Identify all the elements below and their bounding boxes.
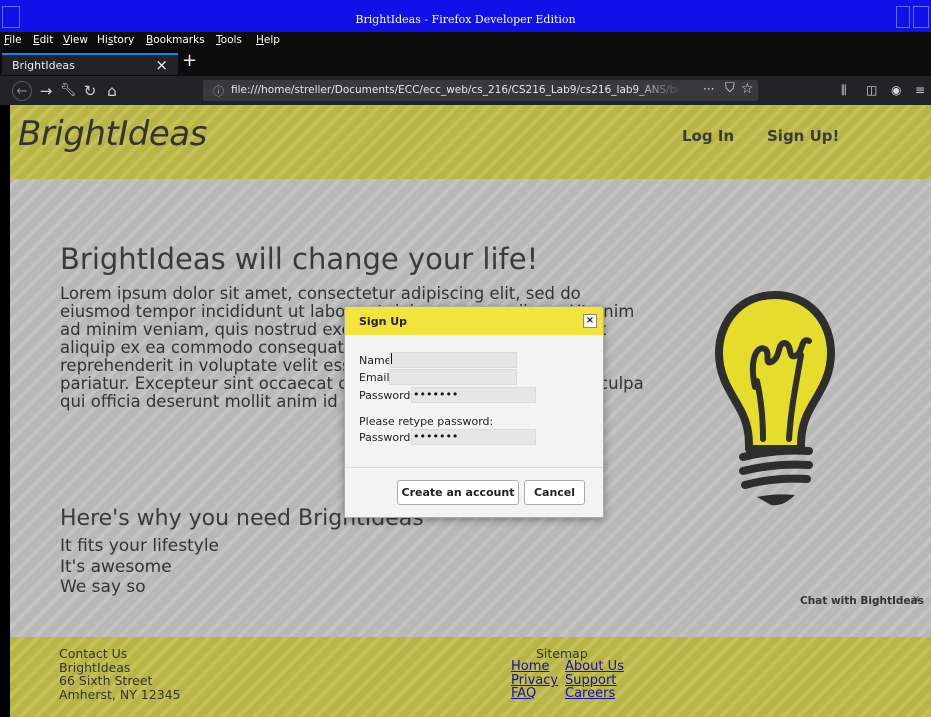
contact-line: Amherst, NY 12345 — [59, 686, 181, 702]
home-icon[interactable]: ⌂ — [102, 81, 122, 101]
tab-title: BrightIdeas — [12, 59, 75, 72]
retype-label: Please retype password: — [359, 415, 494, 428]
menu-edit[interactable]: Edit — [33, 34, 53, 46]
url-fade — [633, 80, 683, 101]
window-titlebar: BrightIdeas - Firefox Developer Edition — [0, 0, 931, 32]
contact-block: Contact Us BrightIdeas 66 Sixth Street A… — [59, 647, 181, 701]
sidebar-icon[interactable]: ◫ — [866, 83, 877, 97]
window-title: BrightIdeas - Firefox Developer Edition — [355, 13, 576, 26]
library-icon[interactable]: ⫼ — [841, 83, 847, 98]
url-text[interactable]: file:///home/streller/Documents/ECC/ecc_… — [231, 84, 679, 96]
dialog-header: Sign Up × — [345, 307, 603, 335]
password-field[interactable]: ••••••• — [411, 387, 536, 403]
email-label: Email — [359, 371, 390, 384]
site-footer: Contact Us BrightIdeas 66 Sixth Street A… — [10, 637, 931, 717]
lightbulb-icon — [715, 291, 835, 506]
email-field[interactable] — [389, 369, 517, 385]
menu-bar: File Edit View History Bookmarks Tools H… — [0, 32, 931, 49]
minimize-icon[interactable] — [896, 6, 910, 28]
login-link[interactable]: Log In — [682, 127, 734, 145]
back-icon[interactable]: ← — [12, 81, 32, 101]
tab-close-icon[interactable]: × — [155, 56, 168, 74]
menu-history[interactable]: History — [97, 34, 134, 46]
password-confirm-field[interactable]: ••••••• — [411, 429, 536, 445]
bookmark-star-icon[interactable]: ☆ — [741, 81, 754, 97]
close-icon[interactable]: × — [583, 314, 597, 328]
tab-brightideas[interactable]: BrightIdeas × — [2, 53, 178, 75]
contact-line: 66 Sixth Street — [59, 673, 153, 688]
page-actions-icon[interactable]: ··· — [703, 82, 714, 96]
password-label: Password — [359, 389, 411, 402]
chat-widget-label[interactable]: Chat with BightIdeas — [800, 595, 924, 607]
create-account-button[interactable]: Create an account — [397, 480, 519, 505]
list-item: It's awesome — [60, 556, 172, 577]
dialog-title: Sign Up — [359, 315, 408, 328]
pocket-icon[interactable]: ⛉ — [725, 81, 735, 96]
new-tab-button[interactable]: + — [182, 50, 197, 71]
nav-toolbar: ← → 🔧︎ ↻ ⌂ ⓘ file:///home/streller/Docum… — [0, 76, 931, 105]
footer-link-home[interactable]: Home — [511, 660, 549, 673]
tab-bar: BrightIdeas × — [0, 49, 931, 76]
url-bar[interactable]: ⓘ file:///home/streller/Documents/ECC/ec… — [203, 80, 758, 101]
hero-title: BrightIdeas will change your life! — [60, 242, 539, 276]
text-caret — [391, 353, 392, 364]
name-label: Name — [359, 354, 392, 367]
menu-bookmarks[interactable]: Bookmarks — [146, 34, 205, 46]
password-confirm-label: Password — [359, 431, 411, 444]
reload-icon[interactable]: ↻ — [80, 81, 100, 101]
menu-tools[interactable]: Tools — [216, 34, 242, 46]
chat-close-icon[interactable]: × — [912, 594, 920, 605]
account-icon[interactable]: ◉ — [891, 83, 901, 97]
maximize-icon[interactable] — [913, 6, 929, 28]
signup-link[interactable]: Sign Up! — [767, 127, 839, 145]
contact-line: BrightIdeas — [59, 659, 131, 675]
site-header: BrightIdeas Log In Sign Up! — [10, 105, 931, 179]
info-icon[interactable]: ⓘ — [213, 83, 224, 99]
contact-heading: Contact Us — [59, 646, 128, 661]
footer-link-careers[interactable]: Careers — [565, 687, 615, 700]
list-item: It fits your lifestyle — [60, 536, 220, 556]
list-item: We say so — [60, 577, 146, 597]
signup-dialog: Sign Up × Name Email Password ••••••• Pl… — [344, 306, 604, 518]
menu-help[interactable]: Help — [256, 34, 280, 46]
footer-link-faq[interactable]: FAQ — [511, 687, 536, 700]
dialog-divider — [345, 467, 603, 468]
name-field[interactable] — [389, 352, 517, 368]
wrench-icon[interactable]: 🔧︎ — [58, 81, 78, 101]
reasons-list: It fits your lifestyle It's awesome We s… — [60, 536, 219, 598]
menu-icon[interactable]: ≡ — [915, 83, 925, 97]
cancel-button[interactable]: Cancel — [524, 480, 585, 505]
menu-view[interactable]: View — [63, 34, 88, 46]
site-logo[interactable]: BrightIdeas — [18, 114, 207, 154]
forward-icon[interactable]: → — [36, 81, 56, 101]
menu-file[interactable]: File — [4, 34, 22, 46]
footer-link-about[interactable]: About Us — [565, 660, 624, 673]
